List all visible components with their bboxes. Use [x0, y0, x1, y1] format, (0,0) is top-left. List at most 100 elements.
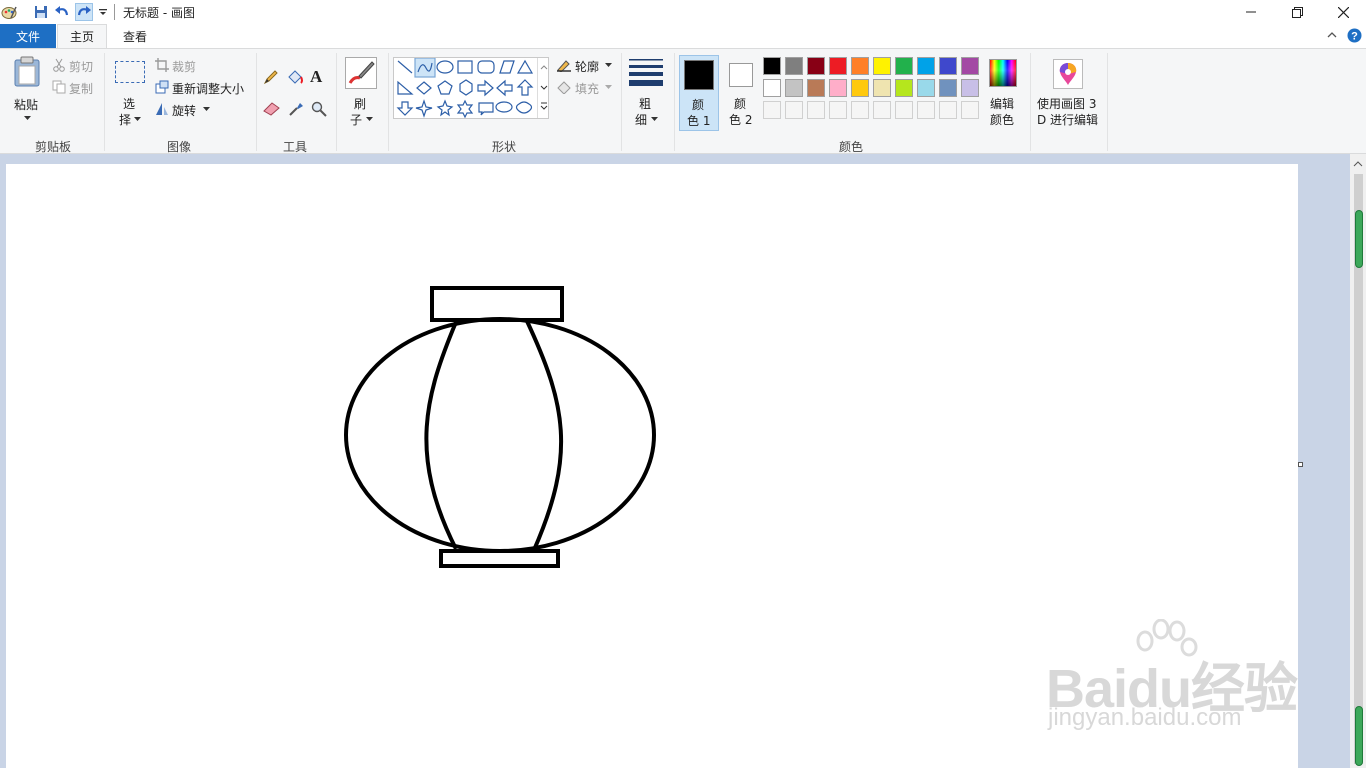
- cut-button[interactable]: 剪切: [52, 57, 98, 75]
- paste-button[interactable]: 粘贴: [6, 52, 48, 132]
- redo-icon[interactable]: [75, 3, 93, 21]
- help-icon[interactable]: ?: [1347, 28, 1362, 46]
- palette-swatch[interactable]: [939, 57, 957, 75]
- palette-swatch[interactable]: [873, 101, 891, 119]
- ribbon-divider: [104, 53, 105, 151]
- color2-button[interactable]: 颜 色 2: [723, 55, 759, 131]
- rotate-label: 旋转: [172, 104, 197, 118]
- select-button[interactable]: 选 择: [112, 57, 148, 129]
- color1-label-2: 色 1: [687, 114, 711, 128]
- maximize-button[interactable]: [1274, 0, 1320, 24]
- ribbon-divider: [388, 53, 389, 151]
- copy-button[interactable]: 复制: [52, 79, 98, 97]
- dropdown-arrow-icon: [605, 85, 612, 89]
- fill-button[interactable]: 填充: [556, 79, 616, 97]
- palette-swatch[interactable]: [763, 57, 781, 75]
- copy-label: 复制: [69, 82, 94, 96]
- palette-swatch[interactable]: [961, 101, 979, 119]
- palette-swatch[interactable]: [939, 101, 957, 119]
- palette-swatch[interactable]: [829, 101, 847, 119]
- palette-swatch[interactable]: [785, 57, 803, 75]
- brushes-label-1: 刷: [354, 97, 367, 111]
- tab-home[interactable]: 主页: [57, 24, 107, 48]
- close-button[interactable]: [1320, 0, 1366, 24]
- save-icon[interactable]: [32, 3, 50, 21]
- edit-with-paint3d-button[interactable]: 使用画图 3 D 进行编辑: [1034, 55, 1104, 131]
- palette-swatch[interactable]: [785, 101, 803, 119]
- paint-app-icon[interactable]: [0, 3, 18, 21]
- tab-file[interactable]: 文件: [0, 24, 56, 48]
- palette-swatch[interactable]: [851, 57, 869, 75]
- brushes-button[interactable]: 刷 子: [342, 55, 382, 131]
- pencil-icon[interactable]: [263, 69, 279, 88]
- title-bar: 无标题 - 画图: [0, 0, 1366, 24]
- edit-colors-button[interactable]: 编辑 颜色: [986, 55, 1022, 131]
- scissors-icon: [53, 58, 65, 72]
- brushes-label-2: 子: [350, 113, 363, 127]
- color-palette: [763, 57, 983, 123]
- canvas-resize-handle[interactable]: [1298, 462, 1303, 467]
- ribbon-divider: [674, 53, 675, 151]
- text-tool-icon[interactable]: A: [310, 67, 322, 87]
- color2-label-2: 色 2: [729, 113, 753, 127]
- palette-swatch[interactable]: [873, 57, 891, 75]
- color1-button[interactable]: 颜 色 1: [679, 55, 719, 131]
- dropdown-arrow-icon: [605, 63, 612, 67]
- palette-swatch[interactable]: [961, 57, 979, 75]
- palette-swatch[interactable]: [807, 79, 825, 97]
- undo-icon[interactable]: [53, 3, 71, 21]
- palette-swatch[interactable]: [895, 57, 913, 75]
- palette-swatch[interactable]: [807, 57, 825, 75]
- fill-label: 填充: [575, 82, 600, 96]
- vertical-scrollbar[interactable]: [1350, 154, 1366, 768]
- palette-swatch[interactable]: [829, 57, 847, 75]
- copy-icon: [52, 80, 66, 94]
- drawing-canvas[interactable]: Baidu经验 jingyan.baidu.com: [6, 164, 1298, 768]
- palette-swatch[interactable]: [763, 101, 781, 119]
- baidu-paw-watermark-icon: [1136, 619, 1198, 657]
- edit-colors-label-2: 颜色: [990, 113, 1015, 127]
- svg-text:?: ?: [1351, 31, 1358, 43]
- tab-view[interactable]: 查看: [112, 24, 158, 48]
- lantern-rib-right: [524, 318, 564, 551]
- palette-swatch[interactable]: [895, 101, 913, 119]
- resize-button[interactable]: 重新调整大小: [155, 79, 251, 97]
- dropdown-arrow-icon: [203, 107, 210, 111]
- paint3d-label-2: D 进行编辑: [1037, 113, 1099, 127]
- palette-swatch[interactable]: [763, 79, 781, 97]
- select-label-2: 择: [119, 113, 132, 127]
- outline-icon: [557, 60, 571, 72]
- palette-swatch[interactable]: [829, 79, 847, 97]
- color-picker-icon[interactable]: [288, 101, 304, 120]
- customize-qa-icon[interactable]: [96, 3, 110, 21]
- palette-swatch[interactable]: [917, 57, 935, 75]
- palette-swatch[interactable]: [851, 79, 869, 97]
- crop-button[interactable]: 裁剪: [155, 57, 203, 75]
- ribbon-divider: [1107, 53, 1108, 151]
- rotate-button[interactable]: 旋转: [155, 101, 215, 119]
- group-label-tools: 工具: [282, 140, 307, 154]
- fill-icon[interactable]: [286, 69, 304, 88]
- magnifier-icon[interactable]: [311, 101, 327, 120]
- scrollbar-thumb[interactable]: [1355, 210, 1363, 268]
- palette-swatch[interactable]: [939, 79, 957, 97]
- palette-swatch[interactable]: [917, 79, 935, 97]
- size-button[interactable]: 粗 细: [627, 55, 667, 131]
- rotate-icon: [156, 103, 168, 115]
- shapes-gallery[interactable]: [393, 57, 549, 119]
- ribbon-divider: [336, 53, 337, 151]
- palette-swatch[interactable]: [873, 79, 891, 97]
- ribbon-divider: [256, 53, 257, 151]
- palette-swatch[interactable]: [917, 101, 935, 119]
- palette-swatch[interactable]: [807, 101, 825, 119]
- minimize-button[interactable]: [1228, 0, 1274, 24]
- palette-swatch[interactable]: [785, 79, 803, 97]
- shapes-scroll[interactable]: [537, 58, 549, 118]
- eraser-icon[interactable]: [263, 102, 281, 119]
- outline-button[interactable]: 轮廓: [556, 57, 616, 75]
- palette-swatch[interactable]: [851, 101, 869, 119]
- palette-swatch[interactable]: [895, 79, 913, 97]
- collapse-ribbon-icon[interactable]: [1326, 29, 1338, 44]
- palette-swatch[interactable]: [961, 79, 979, 97]
- scroll-up-icon: [1353, 161, 1363, 167]
